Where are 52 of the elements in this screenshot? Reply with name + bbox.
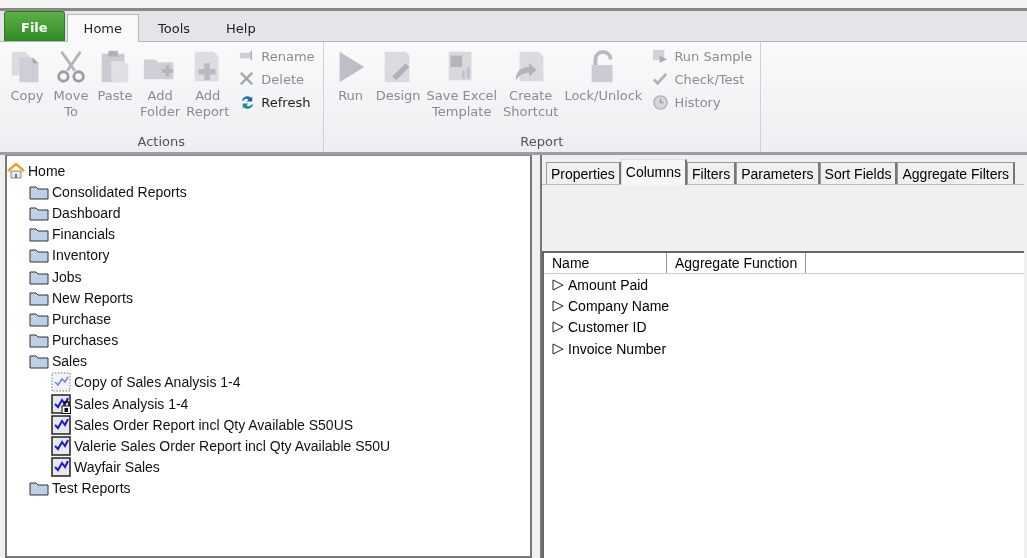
folder-icon (29, 247, 49, 264)
folder-icon (29, 204, 49, 221)
group-title: Actions (136, 134, 187, 151)
ribbon-button[interactable]: Refresh (237, 92, 317, 113)
folder-icon (29, 183, 49, 200)
folder-icon (29, 353, 49, 370)
expand-icon[interactable] (552, 342, 564, 355)
table-cell: Company Name (568, 297, 670, 314)
clock-icon (652, 94, 670, 111)
ribbon-tab[interactable]: Home (66, 14, 139, 42)
checkmark-icon (652, 71, 670, 88)
table-cell: Amount Paid (568, 276, 649, 293)
run-sample-icon (652, 48, 670, 65)
group-title: Report (519, 134, 565, 151)
tree-item[interactable]: Valerie Sales Order Report incl Qty Available S50U (51, 435, 530, 457)
tree-item[interactable]: Home (7, 160, 530, 182)
tree-item[interactable]: Sales Analysis 1-4 (51, 393, 530, 415)
column-header[interactable]: Aggregate Function (667, 253, 807, 273)
tree-item[interactable]: Dashboard (29, 202, 530, 224)
tree-item[interactable]: Consolidated Reports (29, 181, 530, 203)
detail-tab[interactable]: Columns (620, 159, 688, 185)
folder-icon (29, 332, 49, 349)
folder-icon (29, 268, 49, 285)
tree-item[interactable]: Sales (29, 350, 530, 372)
table-cell: Invoice Number (568, 340, 667, 357)
tree-item[interactable]: Jobs (29, 265, 530, 288)
folder-icon (29, 289, 49, 306)
tree-item[interactable]: Purchase (29, 308, 530, 330)
detail-tab[interactable]: Sort Fields (819, 162, 898, 184)
expand-icon[interactable] (552, 321, 564, 334)
tree-item[interactable]: Purchases (29, 329, 530, 351)
folder-icon (29, 480, 49, 497)
expand-icon[interactable] (552, 299, 564, 312)
table-cell: Customer ID (568, 319, 647, 336)
column-header[interactable]: Name (544, 253, 667, 273)
ribbon-tab[interactable]: Tools (141, 14, 208, 41)
detail-tab[interactable]: Aggregate Filters (897, 162, 1016, 184)
tree-item[interactable]: Financials (29, 223, 530, 245)
tree-item[interactable]: Test Reports (29, 477, 530, 499)
detail-tab[interactable]: Properties (546, 162, 621, 184)
expand-icon[interactable] (552, 278, 564, 291)
tree-item[interactable]: Copy of Sales Analysis 1-4 (51, 371, 530, 394)
detail-tab[interactable]: Parameters (736, 162, 820, 184)
folder-icon (29, 310, 49, 327)
folder-icon (29, 226, 49, 243)
detail-tab[interactable]: Filters (687, 162, 737, 184)
tree-item[interactable]: New Reports (29, 287, 530, 309)
report-shortcut-icon (51, 372, 71, 393)
tree-item[interactable]: Sales Order Report incl Qty Available S50US (51, 414, 530, 436)
ribbon-tab[interactable]: Help (209, 14, 273, 41)
tree-item[interactable]: Inventory (29, 244, 530, 266)
tree-item[interactable]: Wayfair Sales (51, 456, 530, 478)
